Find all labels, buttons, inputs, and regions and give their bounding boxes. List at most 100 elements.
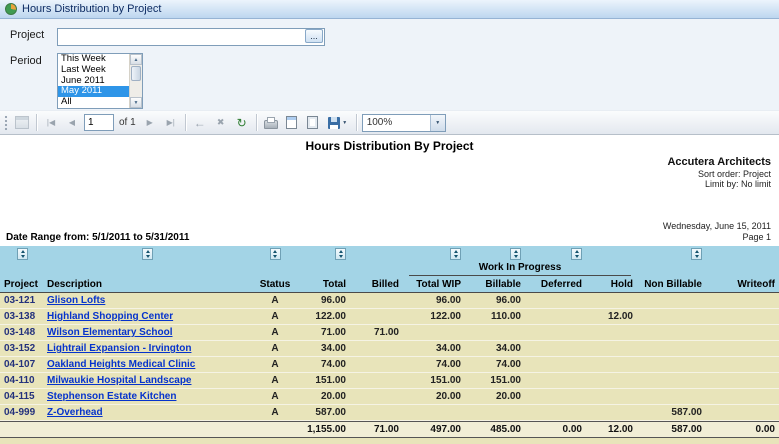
sort-down-icon[interactable] bbox=[451, 254, 460, 259]
report-toolbar: |◀ ◀ of 1 ▶ ▶| ← ✖ ↻ ▼ 100% ▼ bbox=[0, 110, 779, 135]
column-header-total-wip: Total WIP bbox=[403, 279, 465, 290]
export-dropdown-icon[interactable]: ▼ bbox=[342, 120, 347, 126]
table-cell: A bbox=[250, 343, 300, 354]
column-header-writeoff: Writeoff bbox=[706, 279, 779, 290]
zoom-dropdown-icon[interactable]: ▼ bbox=[430, 115, 445, 131]
sort-down-icon[interactable] bbox=[143, 254, 152, 259]
period-option[interactable]: Last Week bbox=[58, 65, 129, 76]
sort-down-icon[interactable] bbox=[572, 254, 581, 259]
table-cell: A bbox=[250, 407, 300, 418]
print-button[interactable] bbox=[262, 114, 280, 132]
back-button[interactable]: ← bbox=[191, 114, 209, 132]
prev-page-button[interactable]: ◀ bbox=[63, 114, 81, 132]
table-cell: 20.00 bbox=[403, 391, 465, 402]
last-page-button[interactable]: ▶| bbox=[162, 114, 180, 132]
total-row: 1,155.0071.00497.00485.000.0012.00587.00… bbox=[0, 421, 779, 438]
zoom-select[interactable]: 100% ▼ bbox=[362, 114, 446, 132]
page-count-label: of 1 bbox=[119, 117, 136, 128]
total-cell: 587.00 bbox=[637, 424, 706, 435]
sort-spinner[interactable] bbox=[17, 248, 28, 260]
scrollbar-thumb[interactable] bbox=[131, 66, 141, 81]
table-row: 04-115Stephenson Estate KitchenA20.0020.… bbox=[0, 389, 779, 405]
period-listbox[interactable]: This WeekLast WeekJune 2011May 2011All ▲… bbox=[57, 53, 143, 109]
refresh-button[interactable]: ↻ bbox=[233, 114, 251, 132]
table-row: 03-148Wilson Elementary SchoolA71.0071.0… bbox=[0, 325, 779, 341]
description-link[interactable]: Highland Shopping Center bbox=[45, 311, 250, 322]
sort-spinner[interactable] bbox=[270, 248, 281, 260]
page-setup-button[interactable] bbox=[304, 114, 322, 132]
window-title: Hours Distribution by Project bbox=[22, 3, 161, 15]
report-table: Work In Progress ProjectDescriptionStatu… bbox=[0, 246, 779, 444]
column-header-row: ProjectDescriptionStatusTotalBilledTotal… bbox=[0, 276, 779, 293]
table-cell: 34.00 bbox=[300, 343, 350, 354]
sort-down-icon[interactable] bbox=[692, 254, 701, 259]
table-cell: 96.00 bbox=[465, 295, 525, 306]
sort-spinner[interactable] bbox=[571, 248, 582, 260]
sort-spinner[interactable] bbox=[450, 248, 461, 260]
description-link[interactable]: Wilson Elementary School bbox=[45, 327, 250, 338]
description-link[interactable]: Z-Overhead bbox=[45, 407, 250, 418]
document-map-button[interactable] bbox=[13, 114, 31, 132]
total-cell: 0.00 bbox=[706, 424, 779, 435]
print-layout-button[interactable] bbox=[283, 114, 301, 132]
table-cell: 04-999 bbox=[0, 407, 45, 418]
table-cell: 74.00 bbox=[300, 359, 350, 370]
sort-spinner[interactable] bbox=[142, 248, 153, 260]
table-cell: 74.00 bbox=[403, 359, 465, 370]
table-cell: 122.00 bbox=[403, 311, 465, 322]
table-cell: 04-107 bbox=[0, 359, 45, 370]
toolbar-grip[interactable] bbox=[4, 115, 8, 131]
period-option[interactable]: All bbox=[58, 97, 129, 108]
sort-down-icon[interactable] bbox=[336, 254, 345, 259]
zoom-value: 100% bbox=[367, 117, 393, 128]
description-link[interactable]: Oakland Heights Medical Clinic bbox=[45, 359, 250, 370]
description-link[interactable]: Glison Lofts bbox=[45, 295, 250, 306]
column-header-status: Status bbox=[250, 279, 300, 290]
scroll-down-icon[interactable]: ▼ bbox=[130, 97, 142, 108]
table-row: 04-110Milwaukie Hospital LandscapeA151.0… bbox=[0, 373, 779, 389]
sort-cell bbox=[465, 248, 525, 260]
table-row: 04-107Oakland Heights Medical ClinicA74.… bbox=[0, 357, 779, 373]
report-date: Wednesday, June 15, 2011 bbox=[663, 221, 771, 231]
sort-spinner[interactable] bbox=[691, 248, 702, 260]
period-label: Period bbox=[10, 53, 57, 109]
table-cell: 151.00 bbox=[465, 375, 525, 386]
column-header-deferred: Deferred bbox=[525, 279, 586, 290]
total-cell: 497.00 bbox=[403, 424, 465, 435]
first-page-button[interactable]: |◀ bbox=[42, 114, 60, 132]
stop-button[interactable]: ✖ bbox=[212, 114, 230, 132]
table-cell: 151.00 bbox=[300, 375, 350, 386]
sort-down-icon[interactable] bbox=[18, 254, 27, 259]
table-cell: 96.00 bbox=[403, 295, 465, 306]
export-button[interactable]: ▼ bbox=[325, 114, 351, 132]
sort-spinner[interactable] bbox=[510, 248, 521, 260]
table-cell: 151.00 bbox=[403, 375, 465, 386]
sort-spinner[interactable] bbox=[335, 248, 346, 260]
date-range-label: Date Range from: 5/1/2011 to 5/31/2011 bbox=[6, 232, 189, 243]
filter-form: Project ... Period This WeekLast WeekJun… bbox=[0, 19, 779, 110]
table-cell: 587.00 bbox=[637, 407, 706, 418]
description-link[interactable]: Stephenson Estate Kitchen bbox=[45, 391, 250, 402]
table-cell: A bbox=[250, 311, 300, 322]
sort-down-icon[interactable] bbox=[511, 254, 520, 259]
column-header-billable: Billable bbox=[465, 279, 525, 290]
description-link[interactable]: Lightrail Expansion - Irvington bbox=[45, 343, 250, 354]
project-input[interactable] bbox=[57, 28, 325, 46]
app-window: Hours Distribution by Project Project ..… bbox=[0, 0, 779, 444]
table-cell: 20.00 bbox=[300, 391, 350, 402]
scroll-up-icon[interactable]: ▲ bbox=[130, 54, 142, 65]
toolbar-separator bbox=[356, 114, 357, 131]
description-link[interactable]: Milwaukie Hospital Landscape bbox=[45, 375, 250, 386]
total-cell: 485.00 bbox=[465, 424, 525, 435]
sort-down-icon[interactable] bbox=[271, 254, 280, 259]
table-cell: 96.00 bbox=[300, 295, 350, 306]
table-filler bbox=[0, 438, 779, 444]
listbox-scrollbar[interactable]: ▲ ▼ bbox=[129, 54, 142, 108]
scrollbar-track[interactable] bbox=[130, 82, 142, 97]
table-row: 04-999Z-OverheadA587.00587.00 bbox=[0, 405, 779, 421]
page-number-input[interactable] bbox=[84, 114, 114, 131]
table-cell: 03-148 bbox=[0, 327, 45, 338]
next-page-button[interactable]: ▶ bbox=[141, 114, 159, 132]
title-bar: Hours Distribution by Project bbox=[0, 0, 779, 19]
browse-button[interactable]: ... bbox=[305, 29, 323, 43]
